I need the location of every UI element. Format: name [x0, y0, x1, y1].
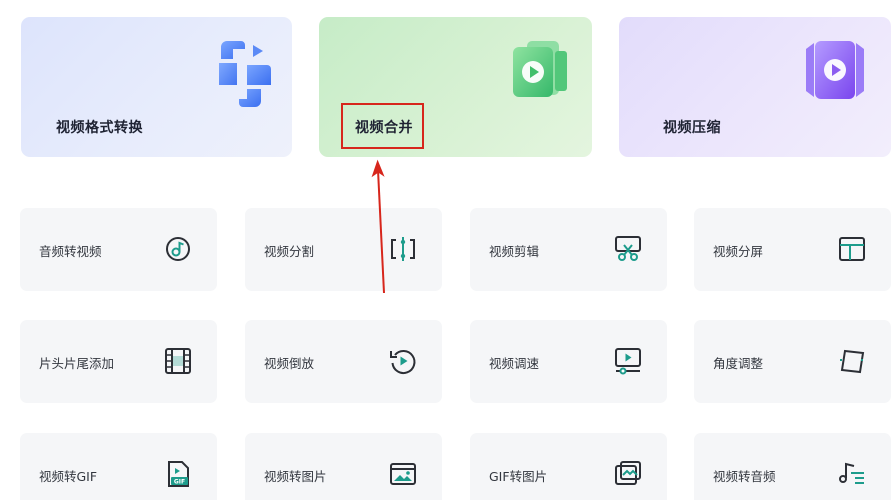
feature-label-video-compress: 视频压缩 — [663, 120, 721, 136]
tool-label: GIF转图片 — [489, 469, 548, 484]
video-merge-icon — [505, 37, 575, 105]
tool-intro-outro[interactable]: 片头片尾添加 — [20, 320, 217, 403]
tool-label: 角度调整 — [713, 356, 764, 371]
tool-video-to-audio[interactable]: 视频转音频 — [694, 433, 891, 500]
tool-label: 视频分割 — [264, 244, 315, 259]
feature-label-format-convert: 视频格式转换 — [56, 120, 143, 136]
tool-gif-to-image[interactable]: GIF转图片 — [470, 433, 667, 500]
tool-label: 片头片尾添加 — [39, 356, 115, 371]
feature-card-video-compress[interactable]: 视频压缩 — [619, 17, 891, 157]
video-compress-icon — [802, 35, 868, 109]
gif-file-icon: GIF — [168, 461, 189, 487]
music-note-icon — [839, 462, 864, 484]
image-icon — [390, 463, 416, 485]
format-convert-icon — [213, 35, 275, 113]
tool-label: 视频转GIF — [39, 469, 98, 484]
tool-angle-adjust[interactable]: 角度调整 — [694, 320, 891, 403]
film-strip-icon — [165, 348, 191, 374]
tool-label: 视频分屏 — [713, 244, 764, 259]
tool-video-speed[interactable]: 视频调速 — [470, 320, 667, 403]
reverse-play-icon — [390, 350, 416, 375]
feature-card-video-merge[interactable]: 视频合并 — [319, 17, 592, 157]
tool-label: 视频转音频 — [713, 469, 776, 484]
tool-video-split[interactable]: 视频分割 — [245, 208, 442, 291]
speed-icon — [615, 348, 641, 375]
tool-video-reverse[interactable]: 视频倒放 — [245, 320, 442, 403]
split-icon — [391, 237, 415, 261]
gif-to-image-icon — [615, 461, 641, 485]
tool-label: 视频调速 — [489, 356, 540, 371]
tool-label: 视频转图片 — [264, 469, 327, 484]
audio-to-video-icon — [166, 237, 190, 261]
tool-video-to-image[interactable]: 视频转图片 — [245, 433, 442, 500]
tool-label: 视频倒放 — [264, 356, 315, 371]
rotate-icon — [840, 349, 865, 374]
tool-video-edit[interactable]: 视频剪辑 — [470, 208, 667, 291]
scissors-icon — [615, 236, 641, 261]
split-screen-icon — [839, 237, 865, 261]
tool-video-split-screen[interactable]: 视频分屏 — [694, 208, 891, 291]
feature-label-video-merge: 视频合并 — [355, 120, 413, 136]
tool-label: 视频剪辑 — [489, 244, 540, 259]
svg-text:GIF: GIF — [174, 479, 185, 486]
tool-label: 音频转视频 — [39, 244, 102, 259]
feature-card-format-convert[interactable]: 视频格式转换 — [21, 17, 292, 157]
tool-audio-to-video[interactable]: 音频转视频 — [20, 208, 217, 291]
tool-dashboard: 视频格式转换 视频合并 视频压缩 音频转视频 视频分割 视频剪辑 视频分屏 片头… — [0, 0, 896, 500]
tool-video-to-gif[interactable]: 视频转GIF GIF — [20, 433, 217, 500]
